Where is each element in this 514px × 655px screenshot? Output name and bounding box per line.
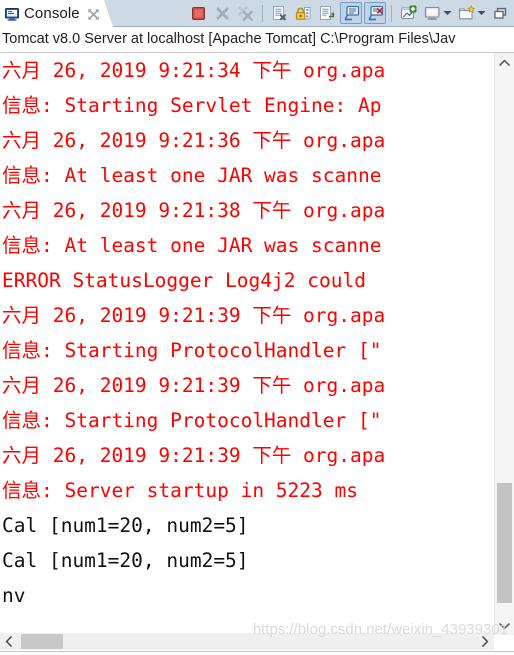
console-log-line: 信息: Starting ProtocolHandler [": [2, 339, 382, 362]
tab-toolbar-strip: Console: [0, 0, 514, 27]
chevron-up-icon[interactable]: [495, 53, 514, 72]
remove-launch-button[interactable]: [211, 2, 233, 24]
terminate-button[interactable]: [187, 2, 209, 24]
view-menu-button[interactable]: [489, 2, 511, 24]
console-log-line: ERROR StatusLogger Log4j2 could: [2, 269, 378, 292]
console-log-line: 六月 26, 2019 9:21:39 下午 org.apa: [2, 444, 386, 467]
console-toolbar: [186, 0, 512, 26]
chevron-down-icon[interactable]: [495, 616, 514, 635]
close-icon[interactable]: [87, 8, 100, 21]
chevron-down-icon[interactable]: [442, 3, 453, 23]
vertical-scrollbar-thumb[interactable]: [497, 483, 512, 603]
console-log-line: 六月 26, 2019 9:21:39 下午 org.apa: [2, 374, 386, 397]
chevron-left-icon[interactable]: [0, 633, 18, 650]
chevron-down-icon[interactable]: [476, 3, 487, 23]
console-log-line: 六月 26, 2019 9:21:39 下午 org.apa: [2, 304, 386, 327]
console-log-line: 信息: Starting ProtocolHandler [": [2, 409, 382, 432]
scroll-lock-button[interactable]: [292, 2, 314, 24]
tab-console-label: Console: [24, 5, 80, 22]
tab-slant-edge: [104, 0, 113, 27]
console-process-title: Tomcat v8.0 Server at localhost [Apache …: [0, 27, 514, 52]
console-log-line: 六月 26, 2019 9:21:38 下午 org.apa: [2, 199, 386, 222]
console-log-line: 信息: Server startup in 5223 ms: [2, 479, 358, 502]
console-log-line: 六月 26, 2019 9:21:34 下午 org.apa: [2, 59, 386, 82]
chevron-right-icon[interactable]: [476, 633, 494, 650]
show-console-on-error-button[interactable]: [364, 2, 386, 24]
console-log-line: 信息: At least one JAR was scanne: [2, 164, 382, 187]
window-bottom-edge: [0, 651, 514, 655]
console-output-area[interactable]: 六月 26, 2019 9:21:34 下午 org.apa 信息: Starti…: [0, 53, 494, 615]
console-log-line: Cal [num1=20, num2=5]: [2, 549, 249, 572]
console-monitor-icon: [4, 6, 20, 22]
remove-all-terminated-button[interactable]: [235, 2, 257, 24]
horizontal-scrollbar[interactable]: [0, 633, 494, 650]
console-log-line: Cal [num1=20, num2=5]: [2, 514, 249, 537]
toolbar-separator: [262, 4, 263, 22]
horizontal-scrollbar-thumb[interactable]: [21, 634, 63, 649]
vertical-scrollbar[interactable]: [494, 53, 514, 635]
display-selected-console-button[interactable]: [421, 2, 443, 24]
clear-console-button[interactable]: [268, 2, 290, 24]
console-view: Console Tomcat v8.0 Server at localhost …: [0, 0, 514, 655]
toolbar-separator: [391, 4, 392, 22]
console-log-line: 信息: At least one JAR was scanne: [2, 234, 382, 257]
tab-console[interactable]: Console: [0, 0, 113, 27]
word-wrap-button[interactable]: [316, 2, 338, 24]
pin-console-button[interactable]: [397, 2, 419, 24]
open-console-button[interactable]: [455, 2, 477, 24]
console-log-line: nv: [2, 584, 26, 607]
console-log-line: 六月 26, 2019 9:21:36 下午 org.apa: [2, 129, 386, 152]
console-log-line: 信息: Starting Servlet Engine: Ap: [2, 94, 382, 117]
show-console-on-output-button[interactable]: [340, 2, 362, 24]
